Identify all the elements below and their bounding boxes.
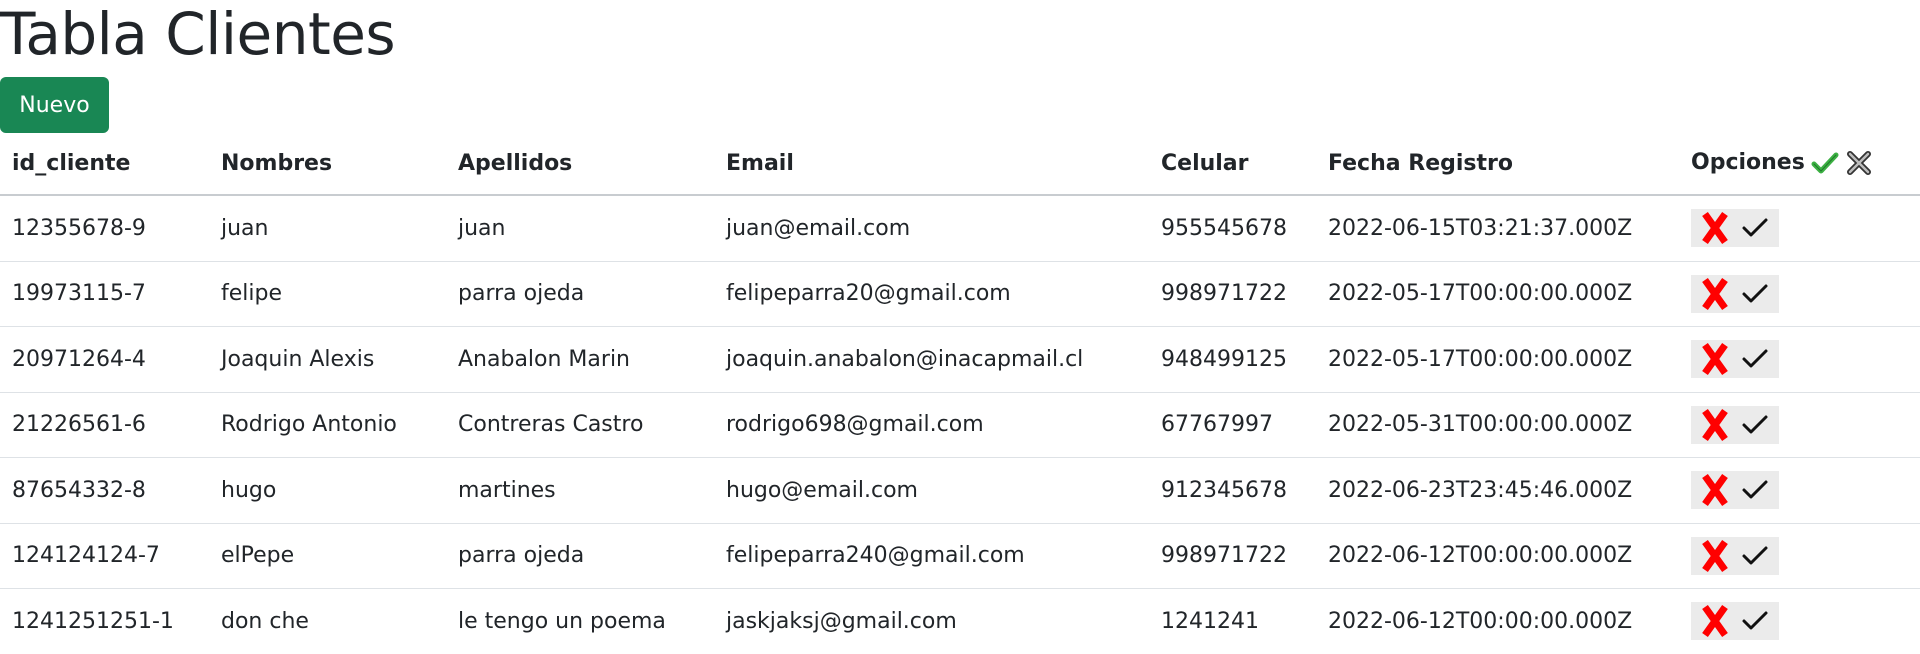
cell-fecha-registro: 2022-06-12T00:00:00.000Z — [1328, 608, 1633, 634]
cell-nombres: hugo — [209, 457, 446, 524]
cell-id-cliente: 87654332-8 — [0, 457, 209, 524]
cell-fecha-registro: 2022-05-31T00:00:00.000Z — [1316, 392, 1679, 458]
cell-email: rodrigo698@gmail.com — [714, 392, 1149, 458]
cell-opciones — [1679, 589, 1920, 654]
cell-email: juan@email.com — [714, 195, 1149, 262]
cell-opciones — [1679, 261, 1920, 327]
header-apellidos: Apellidos — [446, 132, 714, 196]
cell-email: joaquin.anabalon@inacapmail.cl — [714, 326, 1149, 393]
header-opciones: Opciones — [1679, 132, 1920, 196]
cell-fecha-registro: 2022-06-23T23:45:46.000Z — [1316, 457, 1679, 524]
clients-table: id_cliente Nombres Apellidos Email Celul… — [0, 132, 1920, 654]
cell-email: felipeparra240@gmail.com — [714, 523, 1149, 589]
page-title: Tabla Clientes — [0, 0, 396, 68]
delete-x-icon[interactable] — [1695, 602, 1735, 640]
row-options-group — [1691, 471, 1779, 510]
confirm-check-icon[interactable] — [1735, 406, 1775, 444]
cell-nombres: elPepe — [209, 523, 446, 589]
header-nombres: Nombres — [209, 132, 446, 196]
cell-email: hugo@email.com — [714, 457, 1149, 524]
cell-opciones — [1679, 392, 1920, 458]
cell-nombres: Rodrigo Antonio — [209, 392, 446, 458]
cell-apellidos: le tengo un poema — [458, 608, 666, 634]
row-options-group — [1691, 340, 1779, 379]
header-celular: Celular — [1149, 132, 1316, 196]
table-header-row: id_cliente Nombres Apellidos Email Celul… — [0, 132, 1920, 196]
cell-celular: 998971722 — [1149, 523, 1316, 589]
cell-id-cliente: 124124124-7 — [0, 523, 209, 589]
cell-email: jaskjaksj@gmail.com — [726, 608, 957, 634]
cell-fecha-registro: 2022-06-12T00:00:00.000Z — [1316, 523, 1679, 589]
cell-fecha-registro: 2022-05-17T00:00:00.000Z — [1316, 326, 1679, 393]
cell-apellidos: martines — [446, 457, 714, 524]
cell-apellidos: parra ojeda — [446, 523, 714, 589]
cell-celular: 948499125 — [1149, 326, 1316, 393]
cell-opciones — [1679, 523, 1920, 589]
row-options-group — [1691, 536, 1779, 575]
table-row: 20971264-4 Joaquin Alexis Anabalon Marin jo… — [0, 326, 1920, 393]
cell-nombres: juan — [209, 195, 446, 262]
cell-email: felipeparra20@gmail.com — [714, 261, 1149, 327]
cell-celular: 67767997 — [1149, 392, 1316, 458]
header-fecha-registro: Fecha Registro — [1316, 132, 1679, 196]
table-row: 21226561-6 Rodrigo Antonio Contreras Castr… — [0, 392, 1920, 458]
row-options-group — [1691, 274, 1779, 313]
check-all-icon[interactable] — [1811, 149, 1839, 177]
cell-nombres: don che — [221, 608, 309, 634]
cell-id-cliente: 19973115-7 — [0, 261, 209, 327]
row-options-group — [1691, 405, 1779, 444]
confirm-check-icon[interactable] — [1735, 209, 1775, 247]
table-row: 12355678-9 juan juan juan@email.com 95554567… — [0, 195, 1920, 262]
cell-celular: 998971722 — [1149, 261, 1316, 327]
header-email: Email — [714, 132, 1149, 196]
cell-id-cliente: 21226561-6 — [0, 392, 209, 458]
cell-apellidos: Contreras Castro — [446, 392, 714, 458]
delete-x-icon[interactable] — [1695, 275, 1735, 313]
cell-celular: 912345678 — [1149, 457, 1316, 524]
cell-apellidos: juan — [446, 195, 714, 262]
cell-fecha-registro: 2022-05-17T00:00:00.000Z — [1316, 261, 1679, 327]
confirm-check-icon[interactable] — [1735, 602, 1775, 640]
header-opciones-label: Opciones — [1691, 150, 1805, 175]
cell-celular: 1241241 — [1161, 608, 1259, 634]
table-row: 1241251251-1 don che le tengo un poema jask… — [0, 589, 1920, 654]
cell-fecha-registro: 2022-06-15T03:21:37.000Z — [1316, 195, 1679, 262]
cell-id-cliente: 20971264-4 — [0, 326, 209, 393]
table-body: 12355678-9 juan juan juan@email.com 95554567… — [0, 195, 1920, 654]
confirm-check-icon[interactable] — [1735, 275, 1775, 313]
clear-all-icon[interactable] — [1845, 149, 1873, 177]
cell-opciones — [1679, 457, 1920, 524]
delete-x-icon[interactable] — [1695, 340, 1735, 378]
cell-id-cliente: 12355678-9 — [0, 195, 209, 262]
cell-apellidos: Anabalon Marin — [446, 326, 714, 393]
confirm-check-icon[interactable] — [1735, 537, 1775, 575]
cell-nombres: Joaquin Alexis — [209, 326, 446, 393]
delete-x-icon[interactable] — [1695, 209, 1735, 247]
confirm-check-icon[interactable] — [1735, 471, 1775, 509]
table-row: 124124124-7 elPepe parra ojeda felipeparra2… — [0, 523, 1920, 589]
delete-x-icon[interactable] — [1695, 406, 1735, 444]
delete-x-icon[interactable] — [1695, 471, 1735, 509]
cell-opciones — [1679, 326, 1920, 393]
new-client-button[interactable]: Nuevo — [0, 77, 109, 133]
cell-id-cliente: 1241251251-1 — [12, 608, 174, 634]
confirm-check-icon[interactable] — [1735, 340, 1775, 378]
row-options-group — [1691, 209, 1779, 248]
cell-nombres: felipe — [209, 261, 446, 327]
delete-x-icon[interactable] — [1695, 537, 1735, 575]
cell-opciones — [1679, 195, 1920, 262]
header-id-cliente: id_cliente — [0, 132, 209, 196]
table-row: 87654332-8 hugo martines hugo@email.com 9123… — [0, 457, 1920, 524]
table-row: 19973115-7 felipe parra ojeda felipeparra20… — [0, 261, 1920, 327]
row-options-group — [1691, 602, 1779, 641]
cell-celular: 955545678 — [1149, 195, 1316, 262]
cell-apellidos: parra ojeda — [446, 261, 714, 327]
